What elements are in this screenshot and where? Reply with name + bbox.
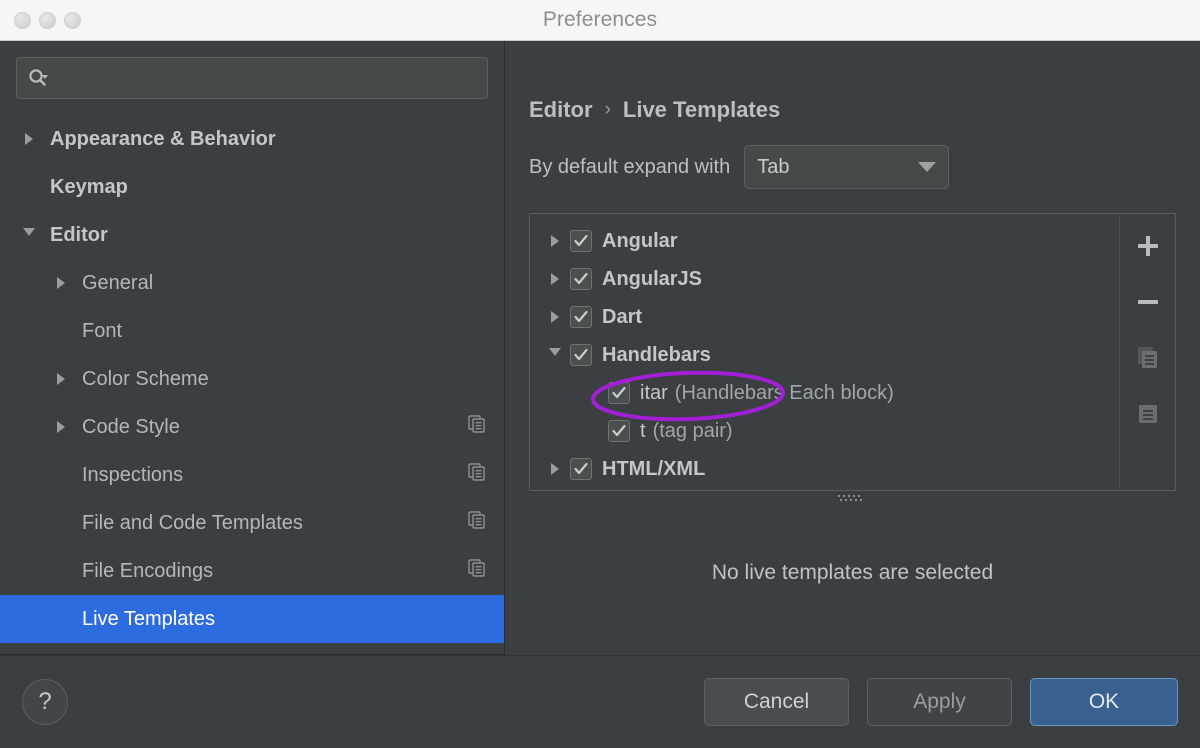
template-checkbox[interactable]: [570, 230, 592, 252]
sidebar-item-label: General: [82, 272, 486, 295]
chevron-right-icon[interactable]: [50, 277, 72, 289]
help-button[interactable]: ?: [22, 679, 68, 725]
sidebar-item-label: Live Templates: [82, 608, 486, 631]
sidebar-item-label: Editor: [50, 224, 486, 247]
template-label: Angular: [602, 230, 678, 253]
template-row[interactable]: AngularJS: [530, 260, 1119, 298]
chevron-down-icon: [918, 162, 936, 172]
dialog-footer: ? Cancel Apply OK: [0, 656, 1200, 748]
template-description: (Handlebars Each block): [675, 382, 894, 405]
live-templates-panel: Angular AngularJS Dart Handlebars itar (Handl…: [529, 213, 1176, 491]
window-titlebar: Preferences: [0, 0, 1200, 41]
add-template-button[interactable]: [1128, 226, 1168, 266]
traffic-light-group: [0, 12, 81, 29]
close-button-icon[interactable]: [14, 12, 31, 29]
sidebar-item-editor[interactable]: Editor: [0, 211, 504, 259]
copy-settings-icon[interactable]: [468, 511, 486, 535]
dialog-body: Appearance & Behavior Keymap Editor General…: [0, 41, 1200, 655]
sidebar-item-file-and-code-templates[interactable]: File and Code Templates: [0, 499, 504, 547]
ok-button[interactable]: OK: [1030, 678, 1178, 726]
sidebar-item-file-encodings[interactable]: File Encodings: [0, 547, 504, 595]
sidebar-item-general[interactable]: General: [0, 259, 504, 307]
chevron-right-icon[interactable]: [50, 421, 72, 433]
expand-with-label: By default expand with: [529, 156, 730, 179]
sidebar-item-color-scheme[interactable]: Color Scheme: [0, 355, 504, 403]
live-templates-tree[interactable]: Angular AngularJS Dart Handlebars itar (Handl…: [530, 214, 1119, 490]
sidebar-item-label: Color Scheme: [82, 368, 486, 391]
preferences-window: Preferences Appearance & BehaviorKe: [0, 0, 1200, 748]
chevron-right-icon[interactable]: [540, 463, 570, 475]
template-row[interactable]: Handlebars: [530, 336, 1119, 374]
template-row[interactable]: itar (Handlebars Each block): [530, 374, 1119, 412]
template-checkbox[interactable]: [608, 382, 630, 404]
template-row[interactable]: Angular: [530, 222, 1119, 260]
sidebar-item-label: Keymap: [50, 176, 486, 199]
search-input[interactable]: [55, 69, 477, 87]
template-label: Dart: [602, 306, 642, 329]
breadcrumb-separator-icon: ›: [605, 99, 611, 121]
expand-with-dropdown[interactable]: Tab: [744, 145, 949, 189]
sidebar-item-label: File Encodings: [82, 560, 468, 583]
breadcrumb-parent[interactable]: Editor: [529, 97, 593, 123]
template-checkbox[interactable]: [608, 420, 630, 442]
sidebar-item-label: Font: [82, 320, 486, 343]
template-row[interactable]: t (tag pair): [530, 412, 1119, 450]
chevron-right-icon[interactable]: [50, 373, 72, 385]
window-title: Preferences: [0, 8, 1200, 32]
template-checkbox[interactable]: [570, 306, 592, 328]
copy-settings-icon[interactable]: [468, 463, 486, 487]
minimize-button-icon[interactable]: [39, 12, 56, 29]
template-label: Handlebars: [602, 344, 711, 367]
chevron-right-icon[interactable]: [18, 133, 40, 145]
template-checkbox[interactable]: [570, 268, 592, 290]
splitter-dots-icon: [838, 494, 868, 502]
duplicate-template-button[interactable]: [1128, 338, 1168, 378]
search-box[interactable]: [16, 57, 488, 99]
sidebar-item-inspections[interactable]: Inspections: [0, 451, 504, 499]
template-label: HTML/XML: [602, 458, 705, 481]
zoom-button-icon[interactable]: [64, 12, 81, 29]
template-row[interactable]: HTML/XML: [530, 450, 1119, 488]
sidebar-item-label: Code Style: [82, 416, 468, 439]
breadcrumb: Editor › Live Templates: [505, 41, 1200, 123]
settings-detail-pane: Editor › Live Templates By default expan…: [505, 41, 1200, 655]
sidebar-item-label: File and Code Templates: [82, 512, 468, 535]
footer-button-group: Cancel Apply OK: [704, 678, 1178, 726]
sidebar-item-font[interactable]: Font: [0, 307, 504, 355]
template-label: itar: [640, 382, 668, 405]
chevron-down-icon[interactable]: [18, 228, 40, 242]
sidebar-item-live-templates[interactable]: Live Templates: [0, 595, 504, 643]
sidebar-item-label: Inspections: [82, 464, 468, 487]
sidebar-item-appearance-behavior[interactable]: Appearance & Behavior: [0, 115, 504, 163]
template-description: (tag pair): [653, 420, 733, 443]
expand-with-value: Tab: [757, 156, 789, 179]
template-checkbox[interactable]: [570, 344, 592, 366]
sidebar-item-keymap[interactable]: Keymap: [0, 163, 504, 211]
remove-template-button[interactable]: [1128, 282, 1168, 322]
empty-state-message: No live templates are selected: [505, 505, 1200, 655]
breadcrumb-current: Live Templates: [623, 97, 780, 123]
splitter-handle[interactable]: [529, 491, 1176, 505]
sidebar-item-code-style[interactable]: Code Style: [0, 403, 504, 451]
apply-button[interactable]: Apply: [867, 678, 1012, 726]
chevron-down-icon[interactable]: [540, 348, 570, 362]
template-row[interactable]: Dart: [530, 298, 1119, 336]
settings-sidebar: Appearance & Behavior Keymap Editor General…: [0, 41, 505, 655]
chevron-right-icon[interactable]: [540, 235, 570, 247]
search-icon: [27, 67, 49, 89]
chevron-right-icon[interactable]: [540, 311, 570, 323]
copy-template-button[interactable]: [1128, 394, 1168, 434]
template-label: t: [640, 420, 646, 443]
search-container: [0, 41, 504, 109]
copy-settings-icon[interactable]: [468, 415, 486, 439]
cancel-button[interactable]: Cancel: [704, 678, 849, 726]
settings-category-tree[interactable]: Appearance & Behavior Keymap Editor General…: [0, 109, 504, 654]
chevron-right-icon[interactable]: [540, 273, 570, 285]
expand-with-row: By default expand with Tab: [505, 123, 1200, 189]
template-checkbox[interactable]: [570, 458, 592, 480]
template-label: AngularJS: [602, 268, 702, 291]
copy-settings-icon[interactable]: [468, 559, 486, 583]
sidebar-item-label: Appearance & Behavior: [50, 128, 486, 151]
live-templates-toolbar: [1119, 214, 1175, 490]
